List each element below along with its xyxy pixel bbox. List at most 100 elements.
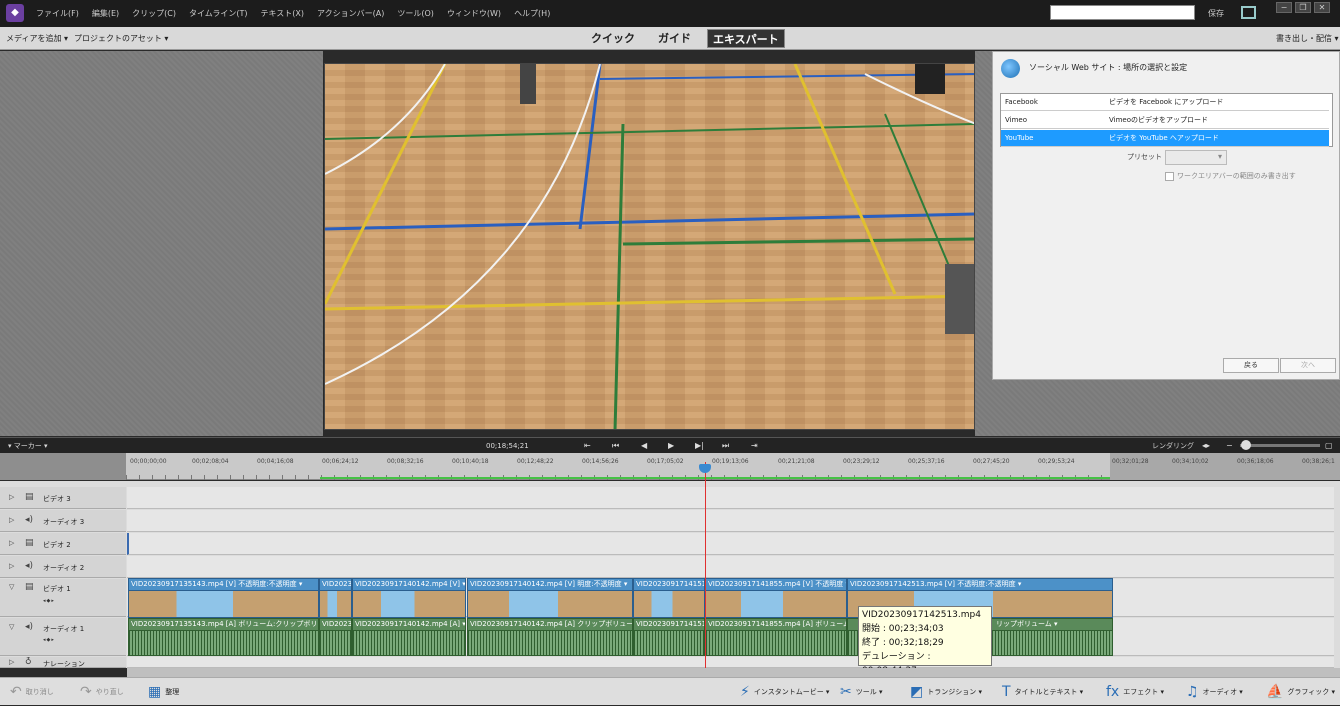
minimize-icon[interactable]: − [1276,2,1292,13]
effects-button[interactable]: fx エフェクト ▾ [1106,678,1164,706]
menu-window[interactable]: ウィンドウ(W) [447,0,501,27]
step-back-icon[interactable]: ◀ [641,438,647,454]
tab-guided[interactable]: ガイド [653,29,696,48]
zoom-slider[interactable] [1240,444,1320,447]
clip-thumbnails [319,590,352,618]
speaker-icon: ◂) [25,515,34,525]
redo-label: やり直し [95,688,124,696]
track-header-video2[interactable]: ▷ ▤ ビデオ 2 [0,533,126,555]
expand-icon[interactable]: ▷ [9,516,14,524]
instant-movie-button[interactable]: ⚡ インスタントムービー ▾ [740,678,829,706]
track-lane-narration[interactable] [127,657,1334,668]
render-button[interactable]: レンダリング [1152,438,1194,454]
menu-edit[interactable]: 編集(E) [92,0,119,27]
export-share-button[interactable]: 書き出し・配信 ▾ [1276,27,1339,50]
tools-button[interactable]: ✂ ツール ▾ [840,678,882,706]
restore-icon[interactable]: ❐ [1295,2,1311,13]
text-icon: T [1002,684,1011,700]
next-edit-icon[interactable]: ⏭ [722,438,729,454]
track-header-video3[interactable]: ▷ ▤ ビデオ 3 [0,487,126,509]
menu-timeline[interactable]: タイムライン(T) [189,0,248,27]
track-lane-video2[interactable] [127,533,1334,555]
zoom-slider-thumb[interactable] [1241,440,1251,450]
track-lane-audio1[interactable]: VID20230917135143.mp4 [A] ボリューム:クリップボリュー… [127,618,1334,656]
ruler-outside-workarea: 00;32;01;28 00;34;10;02 00;36;18;06 00;3… [1110,453,1340,480]
prev-edit-icon[interactable]: ⏮ [612,438,619,454]
titles-label: タイトルとテキスト ▾ [1014,688,1084,696]
close-icon[interactable]: ✕ [1314,2,1330,13]
timeline-scrollbar[interactable] [127,668,1340,677]
tab-expert[interactable]: エキスパート [707,29,785,48]
track-lane-video1[interactable]: VID20230917135143.mp4 [V] 不透明度:不透明度 ▾ VI… [127,578,1334,618]
menu-bar: ◆ ファイル(F) 編集(E) クリップ(C) タイムライン(T) テキスト(X… [0,0,1340,27]
tools-label: ツール ▾ [855,688,883,696]
tick-label: 00;10;40;18 [452,458,489,465]
expand-icon[interactable]: ▷ [9,493,14,501]
export-panel-title: ソーシャル Web サイト : 場所の選択と設定 [1029,63,1188,72]
tooltip-file: VID20230917142513.mp4 [862,610,981,620]
grid-icon: ▦ [148,684,162,700]
redo-button[interactable]: ↷ やり直し [80,678,124,706]
play-icon[interactable]: ▶ [668,438,674,454]
view-toggle-icon[interactable]: ◂▸ [1202,438,1210,454]
track-lane-audio2[interactable] [127,556,1334,578]
title-field[interactable] [1050,5,1195,20]
expand-icon[interactable]: ▷ [9,658,14,666]
menu-text[interactable]: テキスト(X) [261,0,304,27]
keyframe-nav-icon[interactable]: ◂◆▸ [43,637,55,643]
work-area-bar[interactable] [320,477,1110,479]
track-label: オーディオ 2 [43,564,85,572]
titles-button[interactable]: T タイトルとテキスト ▾ [1002,678,1083,706]
track-header-audio2[interactable]: ▷ ◂) オーディオ 2 [0,556,126,578]
time-ruler[interactable]: 00;00;00;00 00;02;08;04 00;04;16;08 00;0… [0,453,1340,480]
menu-file[interactable]: ファイル(F) [36,0,79,27]
menu-clip[interactable]: クリップ(C) [132,0,176,27]
goto-start-icon[interactable]: ⇤ [584,438,591,454]
export-panel: ソーシャル Web サイト : 場所の選択と設定 Facebook ビデオを F… [992,51,1340,380]
save-button[interactable]: 保存 [1208,0,1224,27]
marker-dropdown[interactable]: ▾ マーカー ▾ [8,438,47,454]
menu-tools[interactable]: ツール(O) [397,0,434,27]
back-button[interactable]: 戻る [1223,358,1279,373]
action-bar: ↶ 取り消し ↷ やり直し ▦ 整理 ⚡ インスタントムービー ▾ ✂ ツール ▾ ◩ トラ… [0,677,1340,705]
goto-end-icon[interactable]: ⇥ [751,438,758,454]
track-header-narration[interactable]: ▷ ♁ ナレーション [0,657,126,668]
undo-button[interactable]: ↶ 取り消し [10,678,54,706]
tick-label: 00;06;24;12 [322,458,359,465]
menu-help[interactable]: ヘルプ(H) [514,0,550,27]
fullscreen-icon[interactable] [1241,6,1256,19]
zoom-out-icon[interactable]: − [1226,438,1233,454]
preset-select[interactable] [1165,150,1227,165]
project-assets-button[interactable]: プロジェクトのアセット ▾ [74,27,168,50]
expand-icon[interactable]: ▷ [9,539,14,547]
track-header-video1[interactable]: ▽ ▤ ビデオ 1 ◂◆▸ [0,579,126,617]
menu-actionbar[interactable]: アクションバー(A) [317,0,384,27]
site-row-youtube[interactable]: YouTube ビデオを YouTube へアップロード [1001,130,1329,147]
organize-button[interactable]: ▦ 整理 [148,678,179,706]
expand-icon[interactable]: ▷ [9,562,14,570]
collapse-icon[interactable]: ▽ [9,583,14,591]
zoom-in-icon[interactable]: ▢ [1325,438,1333,454]
keyframe-nav-icon[interactable]: ◂◆▸ [43,598,55,604]
audio-button[interactable]: ♫ オーディオ ▾ [1186,678,1243,706]
track-header-audio3[interactable]: ▷ ◂) オーディオ 3 [0,510,126,532]
tab-quick[interactable]: クイック [586,29,640,48]
track-lane-audio3[interactable] [127,510,1334,532]
workarea-checkbox[interactable] [1165,172,1174,181]
step-forward-icon[interactable]: ▶| [695,438,704,454]
collapse-icon[interactable]: ▽ [9,623,14,631]
clip-thumbnails [352,590,466,618]
undo-label: 取り消し [25,688,54,696]
site-row-facebook[interactable]: Facebook ビデオを Facebook にアップロード [1001,94,1329,111]
playhead-line [705,462,706,668]
graphics-button[interactable]: ⛵ グラフィック ▾ [1266,678,1335,706]
track-header-audio1[interactable]: ▽ ◂) オーディオ 1 ◂◆▸ [0,618,126,656]
video-preview[interactable] [324,63,975,430]
track-label: ビデオ 2 [43,541,71,549]
site-row-vimeo[interactable]: Vimeo Vimeoのビデオをアップロード [1001,112,1329,129]
add-media-button[interactable]: メディアを追加 ▾ [6,27,68,50]
next-button[interactable]: 次へ [1280,358,1336,373]
transitions-button[interactable]: ◩ トランジション ▾ [910,678,982,706]
track-lane-video3[interactable] [127,487,1334,509]
track-label: オーディオ 1 [43,625,85,633]
